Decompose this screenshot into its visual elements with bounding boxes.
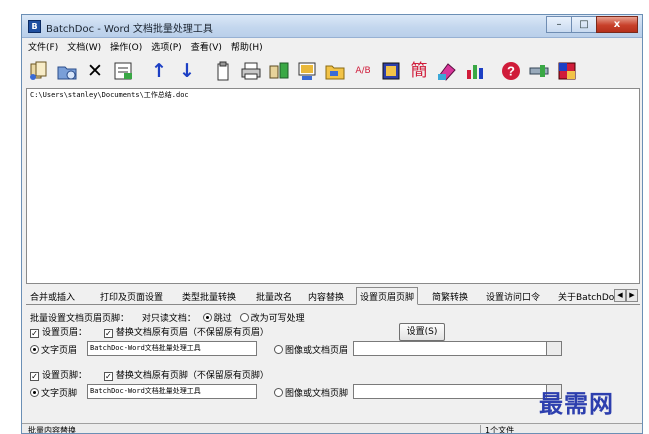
header-image-input[interactable]: [353, 341, 547, 356]
help-icon[interactable]: ?: [498, 57, 524, 85]
print-icon[interactable]: [238, 57, 264, 85]
app-icon: B: [28, 20, 41, 33]
folder-icon[interactable]: [322, 57, 348, 85]
window-controls: – □ x: [546, 16, 638, 34]
header-enable-label: 设置页眉：: [42, 328, 88, 338]
menu-help[interactable]: 帮助(H): [231, 40, 263, 53]
statistics-icon[interactable]: [462, 57, 488, 85]
svg-text:?: ?: [507, 64, 515, 79]
readonly-writable-radio[interactable]: 改为可写处理: [239, 313, 305, 324]
footer-image-input[interactable]: [353, 384, 547, 399]
header-replace-label: 替换文档原有页眉（不保留原有页眉）: [115, 328, 269, 338]
menu-file[interactable]: 文件(F): [28, 40, 58, 53]
close-button[interactable]: x: [596, 16, 638, 33]
delete-icon[interactable]: ✕: [82, 57, 108, 85]
readonly-skip-label: 跳过: [213, 314, 232, 324]
minimize-button[interactable]: –: [546, 16, 572, 33]
radio-icon: [239, 313, 249, 322]
checkbox-checked-icon: ✓: [103, 372, 113, 381]
radio-icon: [274, 388, 283, 397]
toolbar: ✕ ↑ ↓ A/B 簡 ?: [26, 55, 638, 87]
tab-access-password[interactable]: 设置访问口令: [486, 290, 540, 303]
footer-replace-label: 替换文档原有页脚（不保留原有页脚）: [115, 371, 269, 381]
menu-operation[interactable]: 操作(O): [110, 40, 142, 53]
paste-icon[interactable]: [210, 57, 236, 85]
header-enable-row: ✓ 设置页眉： ✓ 替换文档原有页眉（不保留原有页眉）: [30, 325, 269, 338]
radio-icon: [202, 313, 212, 322]
title-bar[interactable]: B BatchDoc - Word 文档批量处理工具 – □ x: [22, 15, 642, 38]
tab-scroll-right-icon[interactable]: ▶: [626, 289, 638, 302]
tab-header-footer[interactable]: 设置页眉页脚: [356, 287, 419, 305]
settings-icon[interactable]: [526, 57, 552, 85]
footer-enable-checkbox[interactable]: ✓ 设置页脚：: [30, 371, 87, 381]
clear-list-icon[interactable]: [110, 57, 136, 85]
tab-about[interactable]: 关于BatchDoc: [558, 290, 619, 303]
footer-image-radio[interactable]: 图像或文档页脚: [274, 386, 348, 399]
header-browse-button[interactable]: [546, 341, 562, 356]
header-enable-checkbox[interactable]: ✓ 设置页眉：: [30, 328, 87, 338]
function-tabs: 合并或插入 打印及页面设置 类型批量转换 批量改名 内容替换 设置页眉页脚 简繁…: [26, 287, 640, 305]
settings-button[interactable]: 设置(S): [399, 323, 445, 341]
tab-batch-rename[interactable]: 批量改名: [256, 290, 292, 303]
watermark-logo: 最需网: [539, 389, 614, 418]
tools-icon[interactable]: [434, 57, 460, 85]
header-image-radio[interactable]: 图像或文档页眉: [274, 343, 348, 356]
footer-replace-checkbox[interactable]: ✓ 替换文档原有页脚（不保留原有页脚）: [103, 371, 269, 381]
header-text-label: 文字页眉: [41, 346, 78, 356]
convert-icon[interactable]: [294, 57, 320, 85]
checkbox-checked-icon: ✓: [103, 329, 113, 338]
batch-replace-icon[interactable]: [266, 57, 292, 85]
status-file-count: 1个文件: [480, 425, 514, 433]
tab-scroll-left-icon[interactable]: ◀: [614, 289, 626, 302]
menu-view[interactable]: 查看(V): [191, 40, 222, 53]
maximize-button[interactable]: □: [571, 16, 597, 33]
radio-icon: [274, 345, 283, 354]
tab-type-convert[interactable]: 类型批量转换: [182, 290, 236, 303]
menu-bar: 文件(F) 文档(W) 操作(O) 选项(P) 查看(V) 帮助(H): [22, 39, 642, 54]
tab-content-replace[interactable]: 内容替换: [308, 290, 344, 303]
tab-simplified-traditional[interactable]: 简繁转换: [432, 290, 468, 303]
tab-merge-insert[interactable]: 合并或插入: [30, 290, 75, 303]
panel-heading: 批量设置文档页眉页脚：: [30, 314, 130, 324]
header-replace-checkbox[interactable]: ✓ 替换文档原有页眉（不保留原有页眉）: [103, 328, 269, 338]
checkbox-checked-icon: ✓: [30, 372, 39, 381]
menu-options[interactable]: 选项(P): [151, 40, 181, 53]
readonly-label: 对只读文档：: [141, 314, 196, 324]
spell-icon[interactable]: A/B: [350, 57, 376, 85]
readonly-skip-radio[interactable]: 跳过: [202, 313, 232, 324]
toolbar-separator: [138, 57, 144, 85]
window-title: BatchDoc - Word 文档批量处理工具: [46, 24, 213, 35]
add-files-icon[interactable]: [26, 57, 52, 85]
footer-image-label: 图像或文档页脚: [285, 389, 349, 399]
add-folder-icon[interactable]: [54, 57, 80, 85]
header-text-input[interactable]: BatchDoc-Word文档批量处理工具: [87, 341, 257, 356]
header-image-label: 图像或文档页眉: [285, 346, 349, 356]
header-text-radio[interactable]: 文字页眉: [30, 343, 77, 356]
document-path[interactable]: C:\Users\stanley\Documents\工作总结.doc: [30, 90, 189, 100]
radio-icon: [30, 345, 39, 354]
footer-text-input[interactable]: BatchDoc-Word文档批量处理工具: [87, 384, 257, 399]
footer-enable-row: ✓ 设置页脚： ✓ 替换文档原有页脚（不保留原有页脚）: [30, 368, 269, 381]
footer-enable-label: 设置页脚：: [42, 371, 88, 381]
tab-scroll: ◀ ▶: [614, 289, 638, 302]
page-setup-icon[interactable]: [378, 57, 404, 85]
app-window: B BatchDoc - Word 文档批量处理工具 – □ x 文件(F) 文…: [21, 14, 643, 434]
radio-icon: [30, 388, 39, 397]
panel-heading-row: 批量设置文档页眉页脚： 对只读文档： 跳过 改为可写处理: [30, 311, 305, 324]
toolbar-separator: [202, 57, 208, 85]
footer-text-label: 文字页脚: [41, 389, 78, 399]
footer-text-radio[interactable]: 文字页脚: [30, 386, 77, 399]
status-bar: 批量内容替换 1个文件: [22, 423, 642, 434]
menu-document[interactable]: 文档(W): [67, 40, 101, 53]
simplified-chinese-icon[interactable]: 簡: [406, 57, 432, 85]
tab-print-page-setup[interactable]: 打印及页面设置: [100, 290, 163, 303]
toolbar-separator: [490, 57, 496, 85]
readonly-writable-label: 改为可写处理: [250, 314, 305, 324]
exit-icon[interactable]: [554, 57, 580, 85]
document-list[interactable]: C:\Users\stanley\Documents\工作总结.doc: [26, 88, 640, 284]
checkbox-checked-icon: ✓: [30, 329, 39, 338]
status-message: 批量内容替换: [28, 426, 76, 434]
move-down-icon[interactable]: ↓: [174, 57, 200, 85]
move-up-icon[interactable]: ↑: [146, 57, 172, 85]
